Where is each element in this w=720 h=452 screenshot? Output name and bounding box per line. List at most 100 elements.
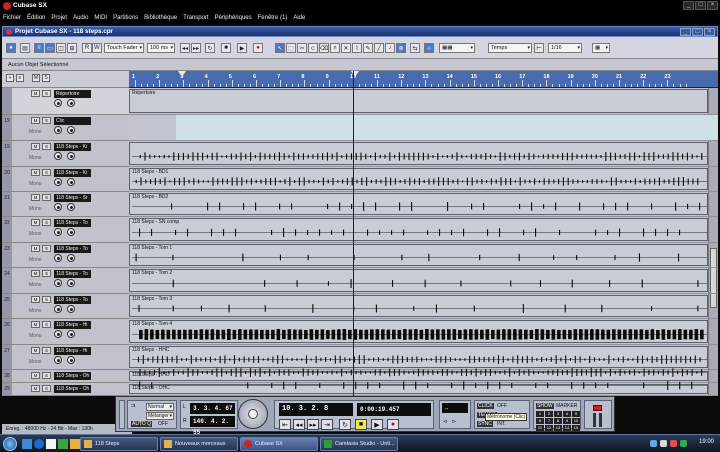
mute-button[interactable]: M [31,385,40,392]
marker-button[interactable]: 4 [563,411,571,417]
track-name[interactable]: 118 Steps - Hi [54,321,91,329]
mute-button[interactable]: M [31,219,40,226]
mute-button[interactable]: M [31,90,40,97]
glue-tool-icon[interactable]: ⊂ [308,43,318,53]
audio-track[interactable]: 23 M S 118 Steps - To Mono [2,243,129,268]
mute-button[interactable]: M [31,372,40,379]
close-button[interactable]: × [707,1,718,10]
audio-track[interactable]: 20 M S 118 Steps - Ki Mono [2,167,129,192]
jog-wheel-center[interactable] [248,409,258,419]
position-time-display[interactable]: 0:00:19.457 [357,403,431,416]
solo-button[interactable]: S [42,143,51,150]
show-infoline-icon[interactable]: ≡ [34,43,44,53]
split-tool-icon[interactable]: ✂ [297,43,307,53]
range-selection-tool-icon[interactable]: ⬚ [286,43,296,53]
transport-go-end-icon[interactable]: ⇥ [321,419,333,430]
track-lane[interactable]: 118 Steps - Tom 2 [129,268,718,294]
audio-event[interactable]: 118 Steps - Tom 3 [129,295,708,317]
transport-rewind-icon[interactable]: ◂◂ [293,419,305,430]
record-enable-button[interactable] [54,228,62,236]
line-tool-icon[interactable]: ╱ [374,43,384,53]
record-enable-button[interactable] [54,254,62,262]
quantize-link-icon[interactable]: ⊢ [534,43,544,53]
marker-button[interactable]: 14 [563,425,571,431]
audio-track[interactable]: 19 M S Clic Mono [2,115,129,141]
mute-button[interactable]: M [31,169,40,176]
mute-button[interactable]: M [31,117,40,124]
media-icon[interactable] [58,439,68,449]
automation-time-select[interactable]: 100 ms [147,43,175,53]
draw-tool-icon[interactable]: ✎ [363,43,373,53]
read-automation-icon[interactable]: R [82,43,92,53]
monitor-button[interactable] [67,279,75,287]
maximize-button[interactable]: □ [695,1,706,10]
solo-button[interactable]: S [42,90,51,97]
audio-track[interactable]: 29 M S 118 Steps - Oh [2,383,129,396]
audio-event[interactable]: 118 Steps - Tom 1 [129,244,708,266]
menu-project[interactable]: Projet [51,15,67,21]
marker-button[interactable]: 9 [563,418,571,424]
task-nouveaux-morceaux[interactable]: Nouveaux morceaux [160,437,238,451]
menu-window[interactable]: Fenêtre (1) [258,15,288,21]
transport-forward-icon[interactable]: ▸▸ [307,419,319,430]
menu-pool[interactable]: Bibliothèque [144,15,177,21]
mute-button[interactable]: M [31,296,40,303]
stop-icon[interactable]: ■ [221,43,231,53]
marker-button[interactable]: 15 [572,425,580,431]
track-name[interactable]: 118 Steps - Oh [54,372,91,380]
transport-rewind-start-icon[interactable]: ⇤ [279,419,291,430]
marker-button[interactable]: 6 [536,418,544,424]
erase-tool-icon[interactable]: ⌫ [319,43,329,53]
record-mode-select[interactable]: Normal [146,403,174,411]
task-camtasia-studio[interactable]: Camtasia Studio - Unti... [320,437,398,451]
monitor-button[interactable] [67,203,75,211]
audio-track[interactable]: 25 M S 118 Steps - To Mono [2,294,129,319]
show-overview-icon[interactable]: ▭ [45,43,55,53]
track-lane[interactable]: 118 Steps - Tom 3 [129,294,718,319]
folder-track[interactable]: M S Répertoire [2,88,129,115]
sync-button[interactable]: SYNC [477,421,493,427]
menu-edit[interactable]: Édition [27,15,45,21]
monitor-button[interactable] [67,356,75,364]
transport-play-icon[interactable]: ▶ [371,419,383,430]
mute-button[interactable]: M [31,321,40,328]
solo-button[interactable]: S [42,245,51,252]
position-bars-display[interactable]: 10. 3. 2. 8 [279,403,353,416]
transport-record-icon[interactable]: ● [387,419,399,430]
automation-mode-select[interactable]: Touch Fader [104,43,144,53]
snap-on-off-icon[interactable]: ⊹ [424,43,434,53]
mute-button[interactable]: M [31,270,40,277]
audio-track[interactable]: 27 M S 118 Steps - Hi Mono [2,345,129,370]
object-selection-tool-icon[interactable]: ↖ [275,43,285,53]
show-markers-button[interactable]: SHOW [536,403,554,409]
marker-button[interactable]: 3 [554,411,562,417]
browser-icon[interactable] [34,439,44,449]
menu-scores[interactable]: Partitions [113,15,138,21]
track-lane[interactable]: 118 Steps - BD2 [129,192,718,217]
solo-button[interactable]: S [42,385,51,392]
project-cursor[interactable] [353,71,354,396]
punch-out-icon[interactable]: ⊳ [452,419,456,425]
solo-button[interactable]: S [42,169,51,176]
tray-volume-icon[interactable] [660,440,667,447]
quantize-select[interactable]: 1/16 [548,43,582,53]
minimize-button[interactable]: _ [683,1,694,10]
monitor-button[interactable] [67,305,75,313]
menu-audio[interactable]: Audio [73,15,88,21]
mute-button[interactable]: M [31,143,40,150]
monitor-button[interactable] [67,152,75,160]
snap-mode-select[interactable]: ▦▦ [439,43,475,53]
right-locator-display[interactable]: 140. 4. 2. 55 [190,416,235,436]
audio-track[interactable]: 22 M S 118 Steps - To Mono [2,217,129,243]
record-enable-button[interactable] [54,305,62,313]
record-enable-button[interactable] [54,330,62,338]
mute-button[interactable]: M [31,245,40,252]
play-tool-icon[interactable]: ♪ [385,43,395,53]
record-enable-button[interactable] [54,99,62,107]
task-cubase-sx[interactable]: Cubase SX [240,437,318,451]
mute-button[interactable]: M [31,194,40,201]
left-locator-display[interactable]: 3. 3. 4. 67 [190,403,235,414]
menu-midi[interactable]: MIDI [94,15,107,21]
clip-indicator[interactable] [593,405,602,411]
grid-type-select[interactable]: Temps [488,43,532,53]
